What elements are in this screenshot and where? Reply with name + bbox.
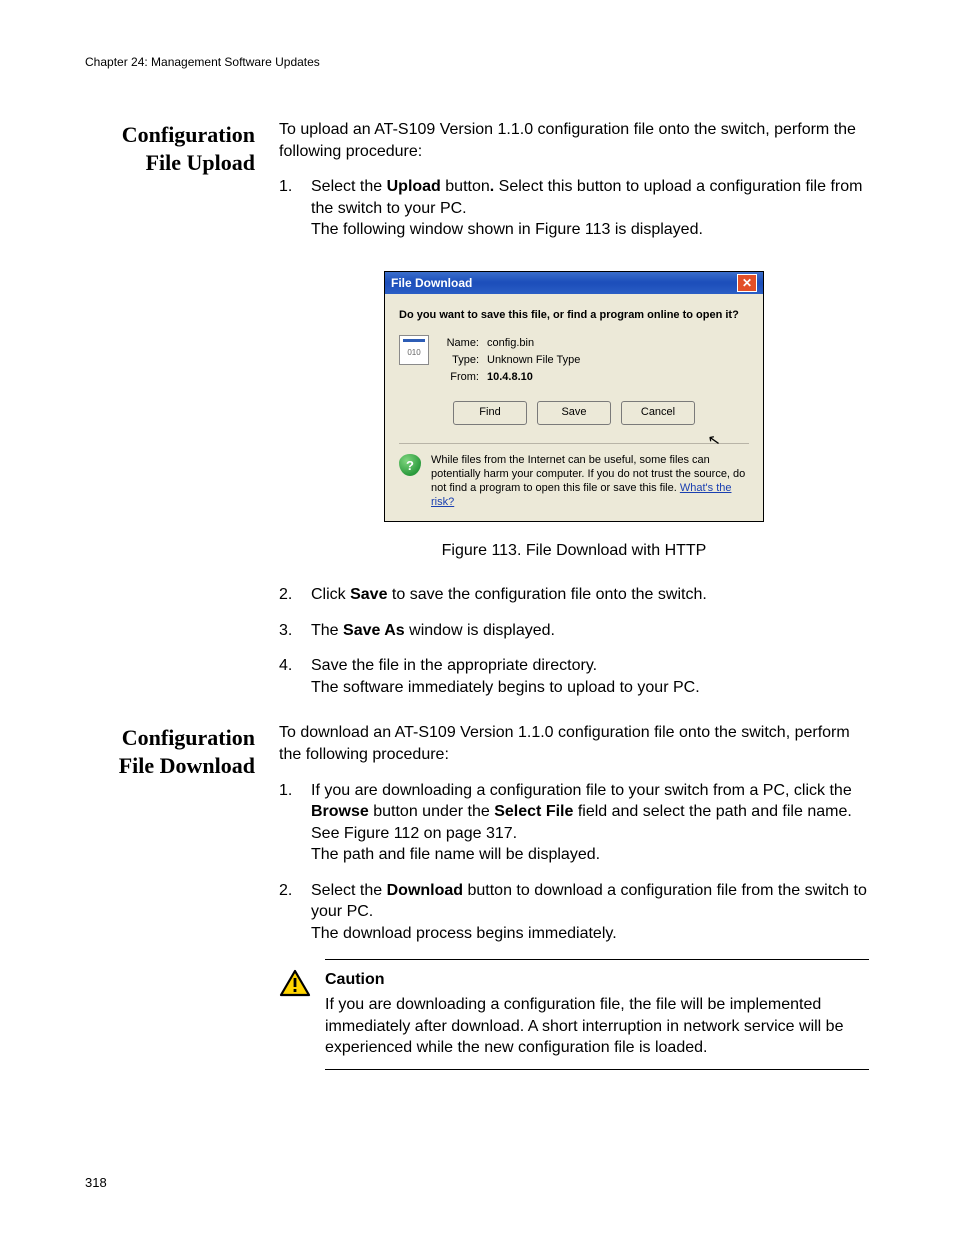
dialog-question: Do you want to save this file, or find a…	[399, 308, 749, 323]
save-button[interactable]: Save	[537, 401, 611, 425]
close-icon: ✕	[742, 272, 752, 294]
upload-body: To upload an AT-S109 Version 1.1.0 confi…	[279, 119, 869, 712]
download-intro: To download an AT-S109 Version 1.1.0 con…	[279, 722, 869, 765]
step-text: Select the Upload button. Select this bu…	[311, 176, 869, 241]
step-text: If you are downloading a configuration f…	[311, 780, 869, 866]
file-download-dialog: File Download ✕ Do you want to save this…	[384, 271, 764, 522]
list-item: 2. Click Save to save the configuration …	[279, 584, 869, 606]
kv-value: config.bin	[487, 336, 534, 351]
figure-caption: Figure 113. File Download with HTTP	[279, 540, 869, 562]
heading-line1: Configuration	[122, 122, 255, 147]
section-download: Configuration File Download To download …	[85, 722, 869, 1071]
page: Chapter 24: Management Software Updates …	[0, 0, 954, 1235]
step-text: Save the file in the appropriate directo…	[311, 655, 869, 698]
step-text: The Save As window is displayed.	[311, 620, 869, 642]
download-steps: 1. If you are downloading a configuratio…	[279, 780, 869, 945]
dialog-titlebar: File Download ✕	[385, 272, 763, 294]
kv-value: Unknown File Type	[487, 353, 580, 368]
dialog-kv: Name: config.bin Type: Unknown File Type…	[439, 335, 749, 386]
list-item: 1. If you are downloading a configuratio…	[279, 780, 869, 866]
kv-key: Type:	[439, 353, 479, 368]
heading-line2: File Download	[119, 753, 255, 778]
upload-intro: To upload an AT-S109 Version 1.1.0 confi…	[279, 119, 869, 162]
caution-title: Caution	[325, 969, 869, 991]
caution-body-text: If you are downloading a configuration f…	[325, 994, 869, 1059]
list-item: 3. The Save As window is displayed.	[279, 620, 869, 642]
heading-line1: Configuration	[122, 725, 255, 750]
caution-rule-top	[325, 959, 869, 961]
upload-steps-cont: 2. Click Save to save the configuration …	[279, 584, 869, 698]
dialog-body: Do you want to save this file, or find a…	[385, 294, 763, 521]
warning-triangle-icon	[279, 969, 311, 1059]
list-item: 4. Save the file in the appropriate dire…	[279, 655, 869, 698]
kv-type: Type: Unknown File Type	[439, 352, 749, 369]
heading-line2: File Upload	[146, 150, 255, 175]
cancel-button[interactable]: Cancel	[621, 401, 695, 425]
list-item: 1. Select the Upload button. Select this…	[279, 176, 869, 241]
kv-from: From: 10.4.8.10	[439, 369, 749, 386]
dialog-title-text: File Download	[391, 272, 472, 294]
list-item: 2. Select the Download button to downloa…	[279, 880, 869, 945]
cursor-icon: ↖	[707, 430, 723, 452]
file-icon	[399, 335, 429, 365]
caution-text: Caution If you are downloading a configu…	[325, 969, 869, 1059]
step-number: 2.	[279, 584, 297, 606]
figure-dialog-wrap: File Download ✕ Do you want to save this…	[279, 271, 869, 522]
dialog-footer-text: While files from the Internet can be use…	[431, 454, 749, 509]
caution-rule-bottom	[325, 1069, 869, 1071]
step-number: 4.	[279, 655, 297, 698]
side-heading-upload: Configuration File Upload	[85, 119, 255, 176]
kv-name: Name: config.bin	[439, 335, 749, 352]
caution-body: Caution If you are downloading a configu…	[279, 961, 869, 1069]
running-head: Chapter 24: Management Software Updates	[85, 55, 869, 69]
download-body: To download an AT-S109 Version 1.1.0 con…	[279, 722, 869, 1071]
upload-steps: 1. Select the Upload button. Select this…	[279, 176, 869, 241]
step-number: 1.	[279, 176, 297, 241]
dialog-buttons: Find Save Cancel	[399, 401, 749, 425]
section-upload: Configuration File Upload To upload an A…	[85, 119, 869, 712]
kv-key: Name:	[439, 336, 479, 351]
dialog-info-row: Name: config.bin Type: Unknown File Type…	[399, 335, 749, 386]
step-text: Select the Download button to download a…	[311, 880, 869, 945]
step-text: Click Save to save the configuration fil…	[311, 584, 869, 606]
close-button[interactable]: ✕	[737, 274, 757, 292]
step-number: 3.	[279, 620, 297, 642]
side-heading-download: Configuration File Download	[85, 722, 255, 779]
find-button[interactable]: Find	[453, 401, 527, 425]
step-number: 2.	[279, 880, 297, 945]
kv-value: 10.4.8.10	[487, 370, 533, 385]
kv-key: From:	[439, 370, 479, 385]
step-number: 1.	[279, 780, 297, 866]
caution-block: Caution If you are downloading a configu…	[279, 959, 869, 1071]
shield-icon	[399, 454, 421, 476]
page-number: 318	[85, 1175, 107, 1190]
dialog-footer: ↖ While files from the Internet can be u…	[399, 443, 749, 513]
